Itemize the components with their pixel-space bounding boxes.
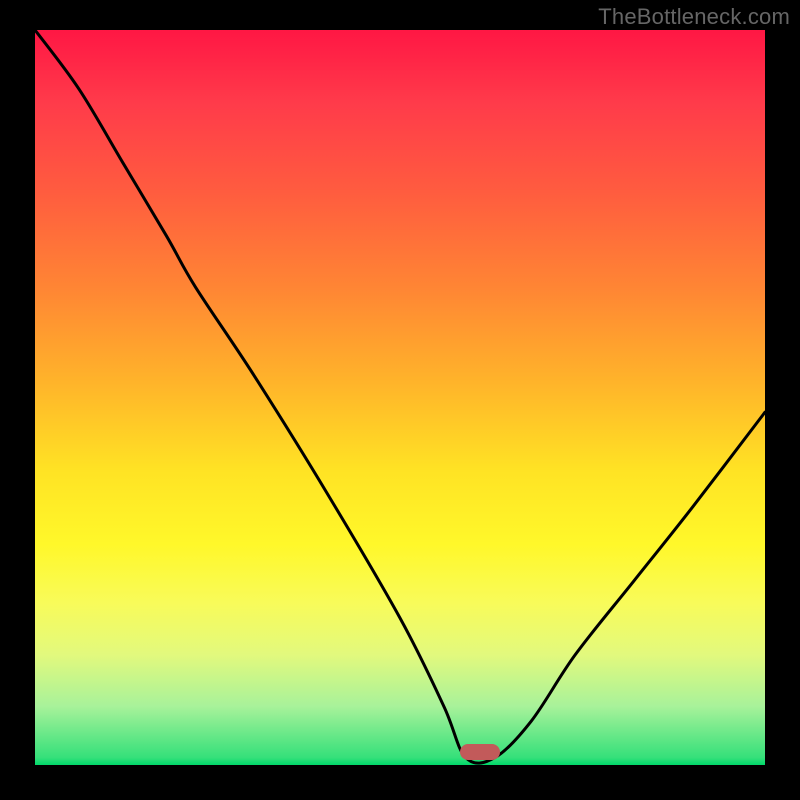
bottleneck-curve [35,30,765,765]
optimal-point-marker [460,744,500,760]
watermark-text: TheBottleneck.com [598,4,790,30]
plot-area [35,30,765,765]
curve-path [35,30,765,763]
chart-frame: TheBottleneck.com [0,0,800,800]
